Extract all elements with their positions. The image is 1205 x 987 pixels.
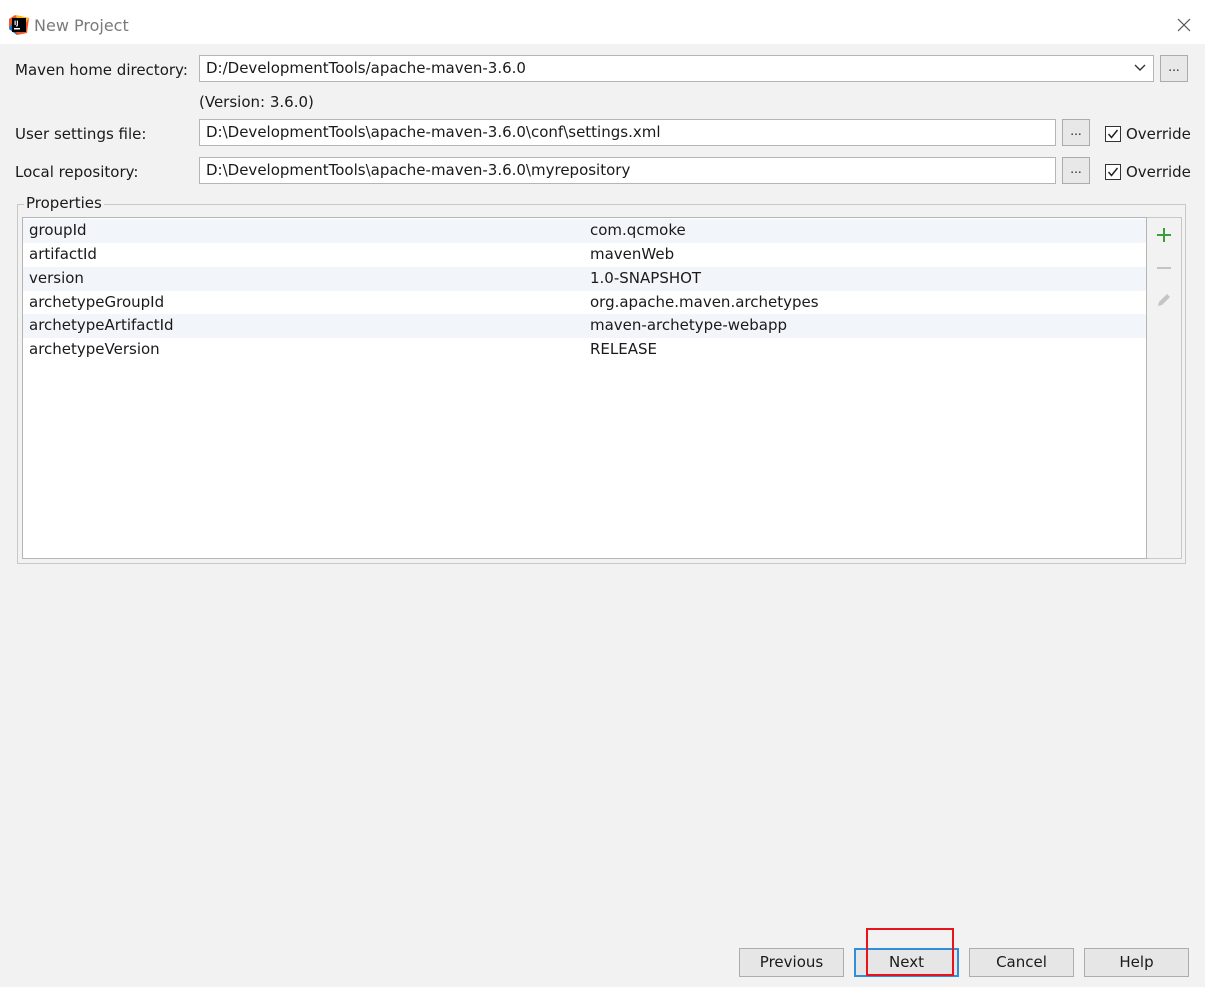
user-settings-field[interactable]: D:\DevelopmentTools\apache-maven-3.6.0\c…: [199, 119, 1056, 146]
local-repository-browse-button[interactable]: ...: [1062, 157, 1090, 184]
maven-version-note: (Version: 3.6.0): [199, 93, 314, 111]
override-label: Override: [1126, 125, 1191, 143]
property-value: RELEASE: [590, 340, 657, 358]
properties-toolbar: [1147, 217, 1182, 559]
intellij-app-icon: IJ: [9, 15, 29, 35]
property-key: groupId: [29, 221, 87, 239]
maven-home-browse-button[interactable]: ...: [1160, 55, 1188, 82]
local-repository-value: D:\DevelopmentTools\apache-maven-3.6.0\m…: [206, 161, 631, 179]
user-settings-label: User settings file:: [15, 125, 147, 143]
window-top-edge: [0, 0, 1205, 7]
property-value: maven-archetype-webapp: [590, 316, 788, 334]
svg-text:IJ: IJ: [14, 20, 18, 27]
checkbox-box[interactable]: [1105, 126, 1121, 142]
user-settings-value: D:\DevelopmentTools\apache-maven-3.6.0\c…: [206, 123, 661, 141]
checkbox-box[interactable]: [1105, 164, 1121, 180]
previous-button[interactable]: Previous: [739, 948, 844, 977]
table-row[interactable]: version 1.0-SNAPSHOT: [23, 267, 1146, 291]
properties-table[interactable]: groupId com.qcmoke artifactId mavenWeb v…: [22, 217, 1147, 559]
property-key: archetypeArtifactId: [29, 316, 174, 334]
window-title: New Project: [34, 16, 129, 35]
property-key: version: [29, 269, 84, 287]
help-button[interactable]: Help: [1084, 948, 1189, 977]
maven-home-value: D:/DevelopmentTools/apache-maven-3.6.0: [206, 59, 526, 77]
table-row[interactable]: archetypeVersion RELEASE: [23, 338, 1146, 362]
local-repository-field[interactable]: D:\DevelopmentTools\apache-maven-3.6.0\m…: [199, 157, 1056, 184]
property-value: org.apache.maven.archetypes: [590, 293, 819, 311]
title-bar: IJ New Project: [0, 7, 1205, 44]
property-value: 1.0-SNAPSHOT: [590, 269, 702, 287]
pencil-icon[interactable]: [1154, 290, 1174, 310]
table-row[interactable]: archetypeGroupId org.apache.maven.archet…: [23, 291, 1146, 315]
chevron-down-icon[interactable]: [1133, 61, 1147, 75]
local-repository-override-checkbox[interactable]: Override: [1105, 162, 1191, 182]
property-key: artifactId: [29, 245, 97, 263]
maven-home-label: Maven home directory:: [15, 61, 188, 79]
cancel-button[interactable]: Cancel: [969, 948, 1074, 977]
property-value: com.qcmoke: [590, 221, 686, 239]
property-key: archetypeGroupId: [29, 293, 165, 311]
checkmark-icon: [1107, 129, 1119, 139]
property-key: archetypeVersion: [29, 340, 160, 358]
user-settings-override-checkbox[interactable]: Override: [1105, 124, 1191, 144]
override-label: Override: [1126, 163, 1191, 181]
local-repository-label: Local repository:: [15, 163, 139, 181]
maven-home-combobox[interactable]: D:/DevelopmentTools/apache-maven-3.6.0: [199, 55, 1154, 82]
minus-icon[interactable]: [1154, 258, 1174, 278]
table-row[interactable]: artifactId mavenWeb: [23, 243, 1146, 267]
property-value: mavenWeb: [590, 245, 675, 263]
table-row[interactable]: archetypeArtifactId maven-archetype-weba…: [23, 314, 1146, 338]
properties-group-title: Properties: [24, 194, 104, 212]
close-icon[interactable]: [1173, 14, 1195, 36]
plus-icon[interactable]: [1154, 225, 1174, 245]
table-row[interactable]: groupId com.qcmoke: [23, 219, 1146, 243]
next-button[interactable]: Next: [854, 948, 959, 977]
checkmark-icon: [1107, 167, 1119, 177]
user-settings-browse-button[interactable]: ...: [1062, 119, 1090, 146]
